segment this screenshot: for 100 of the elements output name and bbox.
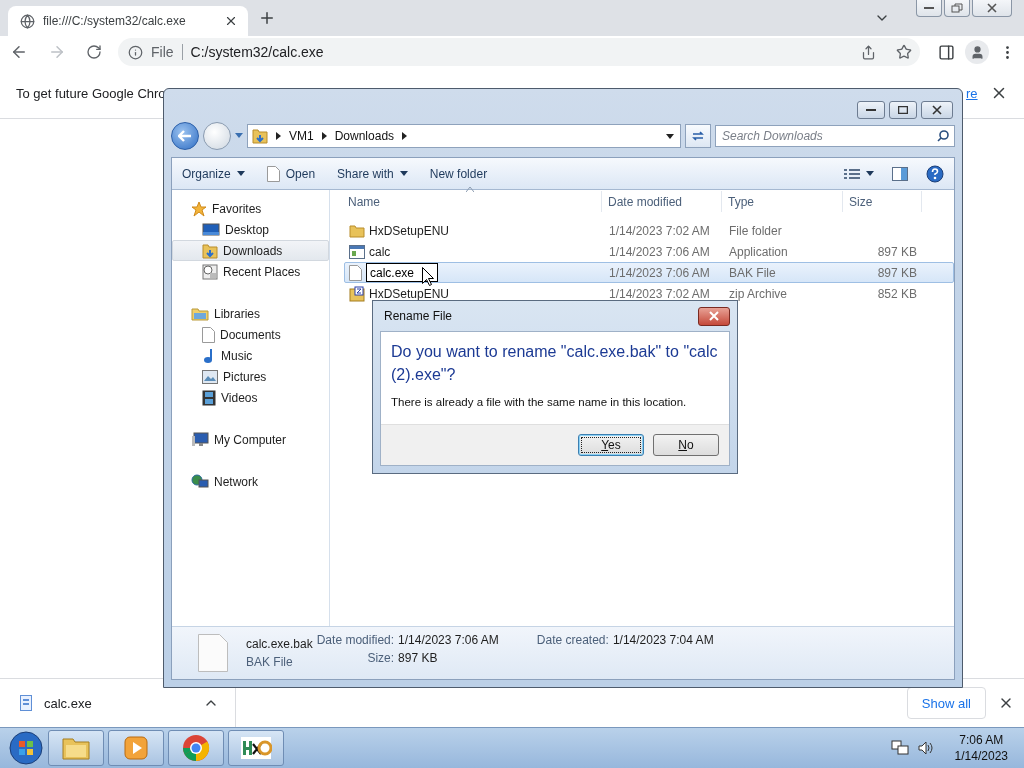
toolbar-button[interactable]: Open <box>266 165 316 182</box>
clock-time: 7:06 AM <box>959 732 1004 748</box>
maximize-icon <box>898 106 908 114</box>
column-header[interactable]: Type <box>722 191 843 212</box>
address-bar[interactable]: File C:/system32/calc.exe <box>118 38 920 66</box>
scheme-label: File <box>151 44 183 60</box>
star-icon <box>191 200 207 217</box>
minimize-icon <box>924 6 934 10</box>
side-panel-icon[interactable] <box>938 43 955 61</box>
nav-item[interactable]: Pictures <box>172 366 329 387</box>
file-row[interactable]: HxDSetupENU 1/14/2023 7:02 AM File folder <box>344 220 954 241</box>
restore-button[interactable] <box>944 0 970 17</box>
chevron-right-icon <box>321 132 327 140</box>
reload-icon[interactable] <box>86 44 102 60</box>
toolbar-menu-button[interactable]: Share with <box>337 166 408 181</box>
type-cell-text: BAK File <box>728 265 777 280</box>
bookmark-star-icon[interactable] <box>896 44 912 60</box>
mouse-pointer-icon <box>422 267 434 286</box>
file-row[interactable]: calc.exe 1/14/2023 7:06 AM BAK File 897 KB <box>344 262 954 283</box>
picture-icon <box>202 369 218 384</box>
recent-pages-caret-icon <box>235 133 243 139</box>
film-icon <box>202 389 216 406</box>
show-all-button[interactable]: Show all <box>906 687 986 719</box>
media-player-taskbar-button[interactable] <box>108 730 164 766</box>
folder-icon <box>349 223 365 238</box>
refresh-button[interactable] <box>685 124 711 148</box>
nav-item[interactable]: Music <box>172 345 329 366</box>
details-value: 1/14/2023 7:06 AM <box>398 633 499 647</box>
toolbar-button[interactable]: New folder <box>429 166 488 181</box>
dialog-title: Rename File <box>383 309 453 323</box>
maximize-button[interactable] <box>889 101 917 119</box>
nav-group[interactable]: Favorites <box>172 198 329 219</box>
date-cell-text: 1/14/2023 7:06 AM <box>608 244 711 259</box>
document-icon <box>202 326 215 343</box>
minimize-button[interactable] <box>857 101 885 119</box>
close-icon <box>709 311 719 321</box>
library-icon <box>191 306 209 321</box>
folder-download-icon <box>252 128 268 144</box>
minimize-button[interactable] <box>916 0 942 17</box>
chrome-taskbar-button[interactable] <box>168 730 224 766</box>
type-cell-text: File folder <box>728 223 783 238</box>
type-cell-text: Application <box>728 244 789 259</box>
clock-date: 1/14/2023 <box>954 748 1008 764</box>
size-cell-text: 897 KB <box>876 244 918 259</box>
nav-group[interactable]: Libraries <box>172 303 329 324</box>
profile-avatar[interactable] <box>965 40 989 64</box>
download-name[interactable]: calc.exe <box>44 695 191 711</box>
close-button[interactable] <box>921 101 953 119</box>
info-icon <box>128 44 143 60</box>
dialog-button[interactable]: Yes <box>578 434 644 456</box>
nav-item[interactable]: Documents <box>172 324 329 345</box>
details-label: Date created: <box>536 633 609 647</box>
nav-item[interactable]: Downloads <box>172 240 329 261</box>
explorer-taskbar-button[interactable] <box>48 730 104 766</box>
close-button[interactable] <box>698 306 730 326</box>
nav-item[interactable]: Videos <box>172 387 329 408</box>
share-icon[interactable] <box>861 44 876 60</box>
details-value: 897 KB <box>398 651 439 665</box>
new-tab-icon[interactable] <box>258 9 276 27</box>
file-icon <box>198 634 228 672</box>
play-icon <box>123 735 149 761</box>
application-icon <box>349 244 365 259</box>
nav-group[interactable]: Network <box>172 471 329 492</box>
file-row[interactable]: calc 1/14/2023 7:06 AM Application 897 KB <box>344 241 954 262</box>
date-cell-text: 1/14/2023 7:02 AM <box>608 223 711 238</box>
caret-icon <box>236 171 245 176</box>
breadcrumb-item[interactable]: VM1 <box>289 129 314 143</box>
banner-link[interactable]: re <box>966 85 978 101</box>
recent-places-icon <box>202 263 218 280</box>
globe-icon <box>20 13 35 29</box>
address-field[interactable]: VM1 Downloads <box>247 124 681 148</box>
close-tab-icon[interactable] <box>224 14 238 28</box>
search-field[interactable]: Search Downloads <box>715 125 955 147</box>
chrome-logo-icon <box>182 734 210 762</box>
hex-editor-icon <box>240 735 272 761</box>
view-options-button[interactable] <box>844 167 874 180</box>
file-row[interactable]: HxDSetupENU 1/14/2023 7:02 AM zip Archive 852 KB <box>344 283 954 304</box>
hex-editor-taskbar-button[interactable] <box>228 730 284 766</box>
folder-icon <box>61 735 91 761</box>
column-header[interactable]: Name <box>344 191 602 212</box>
start-orb-icon <box>8 730 44 766</box>
close-button[interactable] <box>972 0 1012 17</box>
close-icon <box>932 105 942 115</box>
network-icon <box>191 473 209 490</box>
breadcrumb-item[interactable]: Downloads <box>334 129 395 143</box>
dialog-button[interactable]: No <box>653 434 719 456</box>
file-name: calc <box>369 244 391 259</box>
column-header[interactable]: Date modified <box>602 191 722 212</box>
date-cell-text: 1/14/2023 7:02 AM <box>608 286 711 301</box>
file-name: HxDSetupENU <box>369 223 450 238</box>
dropdown-caret-icon <box>666 133 674 139</box>
column-header[interactable]: Size <box>843 191 922 212</box>
back-icon[interactable] <box>10 43 28 61</box>
rename-field[interactable]: calc.exe <box>366 263 438 282</box>
nav-group[interactable]: My Computer <box>172 429 329 450</box>
nav-item[interactable]: Recent Places <box>172 261 329 282</box>
browser-tab[interactable]: file:///C:/system32/calc.exe <box>8 6 248 36</box>
toolbar-menu-button[interactable]: Organize <box>182 166 245 181</box>
nav-item[interactable]: Desktop <box>172 219 329 240</box>
back-button[interactable] <box>171 122 199 150</box>
